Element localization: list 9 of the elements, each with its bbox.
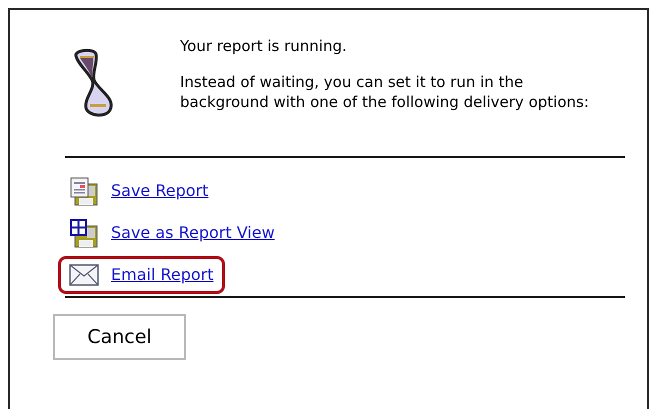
option-link[interactable]: Save as Report View bbox=[111, 221, 275, 245]
cancel-button[interactable]: Cancel bbox=[53, 314, 186, 360]
option-link[interactable]: Save Report bbox=[111, 179, 208, 203]
instruction-text: Instead of waiting, you can set it to run in the background with one of the following delivery options: bbox=[180, 72, 590, 112]
envelope-icon bbox=[69, 264, 99, 286]
document-disk-icon bbox=[69, 176, 99, 206]
option-link[interactable]: Email Report bbox=[111, 263, 214, 287]
status-message: Your report is running. bbox=[180, 36, 348, 56]
grid-disk-icon bbox=[69, 218, 99, 248]
